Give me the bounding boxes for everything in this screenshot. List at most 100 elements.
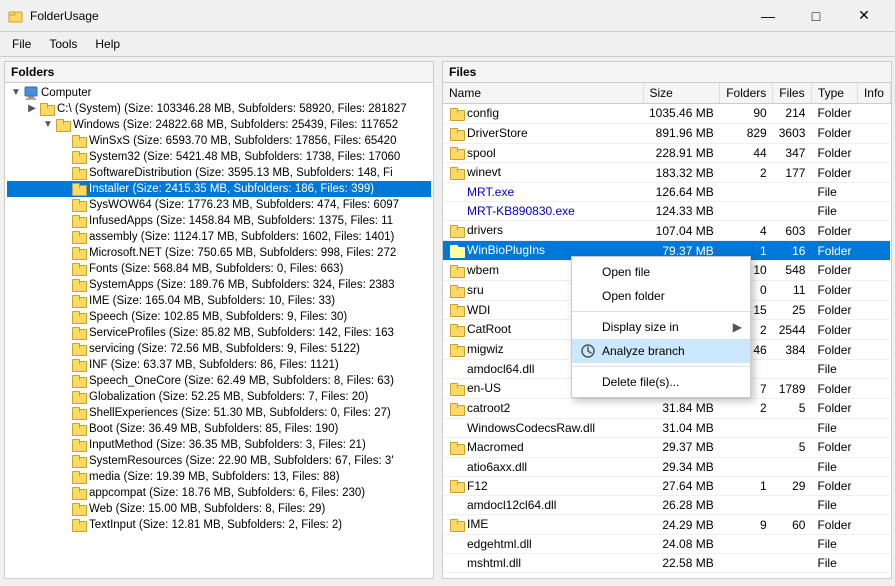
col-header-folders[interactable]: Folders bbox=[720, 83, 773, 104]
folder-icon bbox=[449, 402, 465, 416]
cell-files: 16 bbox=[773, 241, 812, 261]
tree-item[interactable]: SoftwareDistribution (Size: 3595.13 MB, … bbox=[7, 165, 431, 181]
tree-item[interactable]: Microsoft.NET (Size: 750.65 MB, Subfolde… bbox=[7, 245, 431, 261]
table-row[interactable]: IME24.29 MB960Folder bbox=[443, 515, 890, 535]
expand-icon[interactable]: ▶ bbox=[25, 102, 39, 116]
table-row[interactable]: MRT.exe126.64 MBFile bbox=[443, 183, 890, 202]
tree-item-label: SystemResources (Size: 22.90 MB, Subfold… bbox=[89, 455, 394, 467]
tree-item[interactable]: media (Size: 19.39 MB, Subfolders: 13, F… bbox=[7, 469, 431, 485]
cell-name: config bbox=[443, 104, 643, 124]
tree-item[interactable]: TextInput (Size: 12.81 MB, Subfolders: 2… bbox=[7, 517, 431, 533]
tree-item[interactable]: appcompat (Size: 18.76 MB, Subfolders: 6… bbox=[7, 485, 431, 501]
cell-name: catroot2 bbox=[443, 398, 643, 418]
tree-item[interactable]: InputMethod (Size: 36.35 MB, Subfolders:… bbox=[7, 437, 431, 453]
expand-icon[interactable]: ▼ bbox=[9, 86, 23, 100]
files-panel: Files Name Size Folders Files Type Info … bbox=[442, 61, 892, 579]
tree-item[interactable]: SysWOW64 (Size: 1776.23 MB, Subfolders: … bbox=[7, 197, 431, 213]
cell-type: Folder bbox=[811, 300, 857, 320]
table-row[interactable]: config1035.46 MB90214Folder bbox=[443, 104, 890, 124]
tree-item[interactable]: ServiceProfiles (Size: 85.82 MB, Subfold… bbox=[7, 325, 431, 341]
tree-item[interactable]: Web (Size: 15.00 MB, Subfolders: 8, File… bbox=[7, 501, 431, 517]
cell-info bbox=[857, 202, 890, 221]
col-header-name[interactable]: Name bbox=[443, 83, 643, 104]
tree-item[interactable]: INF (Size: 63.37 MB, Subfolders: 86, Fil… bbox=[7, 357, 431, 373]
cell-name: amdocl12cl64.dll bbox=[443, 496, 643, 515]
cell-info bbox=[857, 221, 890, 241]
tree-item[interactable]: IME (Size: 165.04 MB, Subfolders: 10, Fi… bbox=[7, 293, 431, 309]
cell-info bbox=[857, 320, 890, 340]
tree-item[interactable]: assembly (Size: 1124.17 MB, Subfolders: … bbox=[7, 229, 431, 245]
tree-item[interactable]: WinSxS (Size: 6593.70 MB, Subfolders: 17… bbox=[7, 133, 431, 149]
table-row[interactable]: winevt183.32 MB2177Folder bbox=[443, 163, 890, 183]
context-menu-item[interactable]: Analyze branch bbox=[572, 339, 750, 363]
tree-item-label: Web (Size: 15.00 MB, Subfolders: 8, File… bbox=[89, 503, 325, 515]
submenu-arrow-icon: ▶ bbox=[733, 320, 742, 334]
tree-item[interactable]: InfusedApps (Size: 1458.84 MB, Subfolder… bbox=[7, 213, 431, 229]
table-row[interactable]: F1227.64 MB129Folder bbox=[443, 476, 890, 496]
menu-file[interactable]: File bbox=[4, 34, 39, 54]
cell-name: MRT.exe bbox=[443, 183, 643, 202]
col-header-size[interactable]: Size bbox=[643, 83, 720, 104]
folder-icon bbox=[71, 470, 87, 484]
col-header-files[interactable]: Files bbox=[773, 83, 812, 104]
table-row[interactable]: amdocl12cl64.dll26.28 MBFile bbox=[443, 496, 890, 515]
close-button[interactable]: ✕ bbox=[841, 2, 887, 30]
folder-icon bbox=[71, 166, 87, 180]
context-menu-item[interactable]: Open folder bbox=[572, 284, 750, 308]
tree-item[interactable]: servicing (Size: 72.56 MB, Subfolders: 9… bbox=[7, 341, 431, 357]
cell-type: Folder bbox=[811, 340, 857, 360]
cell-info bbox=[857, 535, 890, 554]
table-row[interactable]: WindowsCodecsRaw.dll31.04 MBFile bbox=[443, 418, 890, 437]
tree-item[interactable]: Installer (Size: 2415.35 MB, Subfolders:… bbox=[7, 181, 431, 197]
cell-files: 11 bbox=[773, 280, 812, 300]
table-row[interactable]: catroot231.84 MB25Folder bbox=[443, 398, 890, 418]
tree-item[interactable]: ▶C:\ (System) (Size: 103346.28 MB, Subfo… bbox=[7, 101, 431, 117]
tree-view-container[interactable]: ▼Computer▶C:\ (System) (Size: 103346.28 … bbox=[5, 83, 433, 578]
menu-help[interactable]: Help bbox=[87, 34, 128, 54]
tree-item[interactable]: Globalization (Size: 52.25 MB, Subfolder… bbox=[7, 389, 431, 405]
expand-icon[interactable]: ▼ bbox=[41, 118, 55, 132]
tree-item[interactable]: Fonts (Size: 568.84 MB, Subfolders: 0, F… bbox=[7, 261, 431, 277]
table-row[interactable]: DriverStore891.96 MB8293603Folder bbox=[443, 123, 890, 143]
table-row[interactable]: spool228.91 MB44347Folder bbox=[443, 143, 890, 163]
tree-item[interactable]: SystemApps (Size: 189.76 MB, Subfolders:… bbox=[7, 277, 431, 293]
tree-item[interactable]: SystemResources (Size: 22.90 MB, Subfold… bbox=[7, 453, 431, 469]
cell-name-text: IME bbox=[467, 517, 488, 531]
col-header-type[interactable]: Type bbox=[811, 83, 857, 104]
table-row[interactable]: drivers107.04 MB4603Folder bbox=[443, 221, 890, 241]
cell-name-text[interactable]: MRT-KB890830.exe bbox=[467, 204, 575, 218]
cell-name: edgehtml.dll bbox=[443, 535, 643, 554]
col-header-info[interactable]: Info bbox=[857, 83, 890, 104]
menu-tools[interactable]: Tools bbox=[41, 34, 85, 54]
tree-item[interactable]: ShellExperiences (Size: 51.30 MB, Subfol… bbox=[7, 405, 431, 421]
context-menu-item[interactable]: Delete file(s)... bbox=[572, 370, 750, 394]
context-menu-item[interactable]: Display size in▶ bbox=[572, 315, 750, 339]
minimize-button[interactable]: — bbox=[745, 2, 791, 30]
tree-item[interactable]: Speech_OneCore (Size: 62.49 MB, Subfolde… bbox=[7, 373, 431, 389]
maximize-button[interactable]: □ bbox=[793, 2, 839, 30]
table-row[interactable]: mshtml.dll22.58 MBFile bbox=[443, 554, 890, 573]
tree-item-label: Installer (Size: 2415.35 MB, Subfolders:… bbox=[89, 183, 374, 195]
cell-name-text[interactable]: MRT.exe bbox=[467, 185, 514, 199]
cell-type: File bbox=[811, 554, 857, 573]
tree-item[interactable]: ▼Computer bbox=[7, 85, 431, 101]
tree-item-label: Speech_OneCore (Size: 62.49 MB, Subfolde… bbox=[89, 375, 394, 387]
tree-item[interactable]: Speech (Size: 102.85 MB, Subfolders: 9, … bbox=[7, 309, 431, 325]
tree-item[interactable]: Boot (Size: 36.49 MB, Subfolders: 85, Fi… bbox=[7, 421, 431, 437]
cell-type: File bbox=[811, 360, 857, 379]
cell-info bbox=[857, 360, 890, 379]
context-menu-item[interactable]: Open file bbox=[572, 260, 750, 284]
tree-item[interactable]: ▼Windows (Size: 24822.68 MB, Subfolders:… bbox=[7, 117, 431, 133]
table-row[interactable]: atio6axx.dll29.34 MBFile bbox=[443, 457, 890, 476]
folder-icon bbox=[71, 486, 87, 500]
cell-size: 1035.46 MB bbox=[643, 104, 720, 124]
cell-type: Folder bbox=[811, 398, 857, 418]
tree-view: ▼Computer▶C:\ (System) (Size: 103346.28 … bbox=[5, 83, 433, 535]
cell-name-text: catroot2 bbox=[467, 401, 510, 415]
tree-item[interactable]: System32 (Size: 5421.48 MB, Subfolders: … bbox=[7, 149, 431, 165]
table-row[interactable]: MRT-KB890830.exe124.33 MBFile bbox=[443, 202, 890, 221]
cell-name-text: drivers bbox=[467, 223, 503, 237]
table-row[interactable]: Macromed29.37 MB5Folder bbox=[443, 437, 890, 457]
cell-folders bbox=[720, 554, 773, 573]
table-row[interactable]: edgehtml.dll24.08 MBFile bbox=[443, 535, 890, 554]
